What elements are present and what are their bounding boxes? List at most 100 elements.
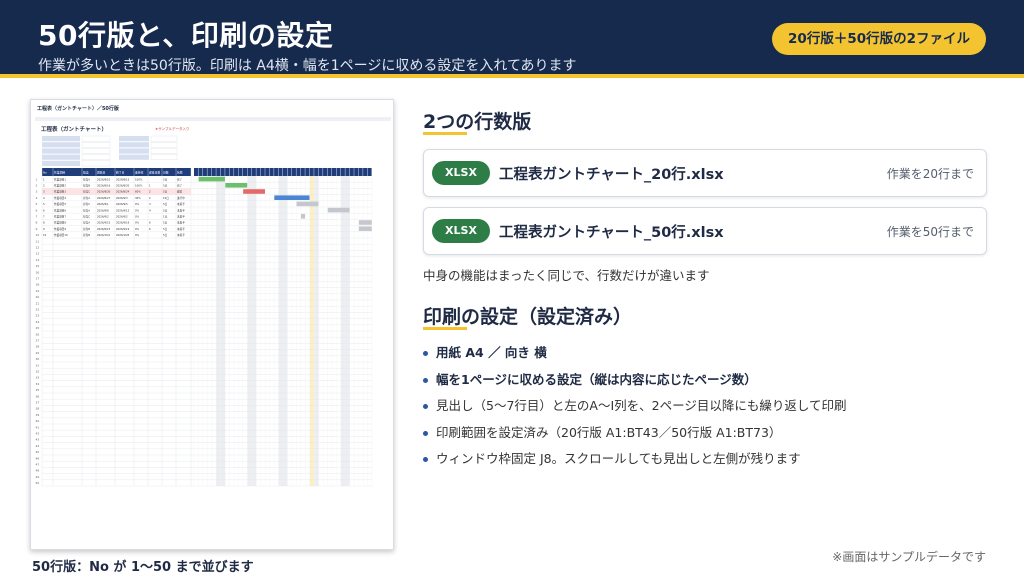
table-cell: 2026/9/19 bbox=[116, 221, 130, 225]
column-header: No bbox=[43, 171, 47, 175]
table-cell: 2 bbox=[43, 184, 45, 188]
info-value-cell bbox=[81, 148, 111, 154]
table-cell: 100% bbox=[135, 177, 143, 181]
table-cell: 進行中 bbox=[177, 196, 185, 200]
spreadsheet-screenshot: 工程表（ガントチャート）／50行版 工程表（ガントチャート） ★サンプルデータ入り N… bbox=[30, 99, 394, 550]
gantt-bar bbox=[243, 189, 265, 194]
gantt-day-header bbox=[305, 168, 310, 176]
table-cell: 6 bbox=[149, 221, 151, 225]
files-badge: 20行版＋50行版の2ファイル bbox=[772, 23, 986, 55]
column-header: 進捗率 bbox=[135, 171, 144, 175]
list-item: ウィンドウ枠固定 J8。スクロールしても見出しと左側が残ります bbox=[423, 450, 846, 477]
table-cell: 未着手 bbox=[177, 233, 185, 237]
files-section-title: 2つの行数版 bbox=[423, 111, 532, 133]
table-cell: 作業項目3 bbox=[54, 190, 66, 194]
list-item: 用紙 A4 ／ 向き 横 bbox=[423, 344, 846, 371]
gantt-day-header bbox=[363, 168, 368, 176]
column-header: 終了日 bbox=[116, 171, 125, 175]
gantt-day-header bbox=[211, 168, 216, 176]
gantt-bar bbox=[358, 220, 372, 225]
gantt-day-header bbox=[331, 168, 336, 176]
gantt-day-header bbox=[265, 168, 270, 176]
info-label-cell bbox=[42, 142, 80, 148]
bullet-dot-icon bbox=[423, 430, 428, 436]
gantt-day-header bbox=[247, 168, 252, 176]
files-section-underline bbox=[423, 132, 467, 135]
table-cell: 2026/8/10 bbox=[97, 177, 111, 181]
row-number: 20 bbox=[36, 295, 40, 299]
bullet-dot-icon bbox=[423, 377, 428, 383]
files-note: 中身の機能はまったく同じで、行数だけが違います bbox=[423, 268, 710, 283]
row-number: 37 bbox=[36, 401, 40, 405]
table-cell: 5日 bbox=[163, 208, 168, 212]
row-number: 50 bbox=[36, 481, 40, 485]
gantt-day-header bbox=[291, 168, 296, 176]
table-cell: 7 bbox=[43, 215, 45, 219]
gantt-day-header bbox=[345, 168, 350, 176]
table-cell: 担当B bbox=[83, 233, 90, 237]
info-label-cell bbox=[119, 142, 149, 148]
gantt-day-header bbox=[323, 168, 328, 176]
table-cell: 5日 bbox=[163, 221, 168, 225]
table-cell: 0% bbox=[135, 221, 140, 225]
table-cell: 0% bbox=[135, 202, 140, 206]
table-cell: 担当B bbox=[83, 184, 90, 188]
file-card-20[interactable]: XLSX 工程表ガントチャート_20行.xlsx 作業を20行まで bbox=[423, 149, 987, 197]
column-header: 担当 bbox=[83, 171, 89, 175]
table-cell: 未着手 bbox=[177, 215, 185, 219]
row-number: 3 bbox=[36, 190, 38, 194]
table-cell: 2026/10/5 bbox=[116, 233, 130, 237]
gantt-day-header bbox=[314, 168, 319, 176]
info-label-cell bbox=[42, 154, 80, 160]
row-number: 39 bbox=[36, 413, 40, 417]
row-number: 22 bbox=[36, 308, 40, 312]
table-cell: 完了 bbox=[177, 177, 183, 181]
table-cell: 作業項目2 bbox=[54, 184, 66, 188]
table-cell: 1 bbox=[43, 177, 45, 181]
row-number: 18 bbox=[36, 283, 40, 287]
table-cell: 未着手 bbox=[177, 221, 185, 225]
gantt-day-header bbox=[216, 168, 221, 176]
table-cell: 作業項目7 bbox=[54, 215, 66, 219]
row-number: 49 bbox=[36, 475, 40, 479]
row-number: 24 bbox=[36, 320, 40, 324]
bullet-dot-icon bbox=[423, 457, 428, 462]
table-cell: 作業項目10 bbox=[54, 233, 68, 237]
table-cell: 担当C bbox=[83, 190, 90, 194]
gantt-day-header bbox=[274, 168, 279, 176]
row-number: 38 bbox=[36, 407, 40, 411]
table-cell: 未着手 bbox=[177, 208, 185, 212]
table-cell: 4 bbox=[43, 196, 45, 200]
sheet-title: 工程表（ガントチャート）／50行版 bbox=[37, 105, 119, 112]
gantt-day-header bbox=[256, 168, 261, 176]
file-card-50[interactable]: XLSX 工程表ガントチャート_50行.xlsx 作業を50行まで bbox=[423, 207, 987, 255]
list-item: 印刷範囲を設定済み（20行版 A1:BT43／50行版 A1:BT73） bbox=[423, 424, 846, 451]
row-number: 48 bbox=[36, 469, 40, 473]
table-cell: 2026/9/2 bbox=[116, 215, 128, 219]
row-number: 14 bbox=[36, 258, 40, 262]
gantt-bar bbox=[301, 214, 306, 219]
table-cell: 担当C bbox=[83, 215, 90, 219]
table-cell: 2026/9/5 bbox=[116, 202, 128, 206]
page-title: 50行版と、印刷の設定 bbox=[38, 19, 334, 52]
gantt-day-header bbox=[287, 168, 292, 176]
table-cell: 3 bbox=[149, 202, 151, 206]
row-number: 33 bbox=[36, 376, 40, 380]
gantt-day-header bbox=[238, 168, 243, 176]
table-cell: 2026/8/20 bbox=[97, 190, 111, 194]
row-number: 31 bbox=[36, 363, 40, 367]
row-number: 7 bbox=[36, 215, 38, 219]
table-cell: 作業項目1 bbox=[54, 177, 66, 181]
table-cell: 担当A bbox=[83, 196, 90, 200]
table-cell: 2026/8/20 bbox=[116, 184, 130, 188]
table-cell: 6 bbox=[149, 227, 151, 231]
footnote: ※画面はサンプルデータです bbox=[832, 550, 986, 564]
table-cell: 2026/9/2 bbox=[97, 215, 109, 219]
row-number: 40 bbox=[36, 419, 40, 423]
table-cell: 2026/10/1 bbox=[97, 233, 111, 237]
gantt-day-header bbox=[367, 168, 372, 176]
row-number: 27 bbox=[36, 339, 40, 343]
table-cell: 1日 bbox=[163, 215, 168, 219]
row-number: 41 bbox=[36, 425, 40, 429]
row-number: 8 bbox=[36, 221, 38, 225]
